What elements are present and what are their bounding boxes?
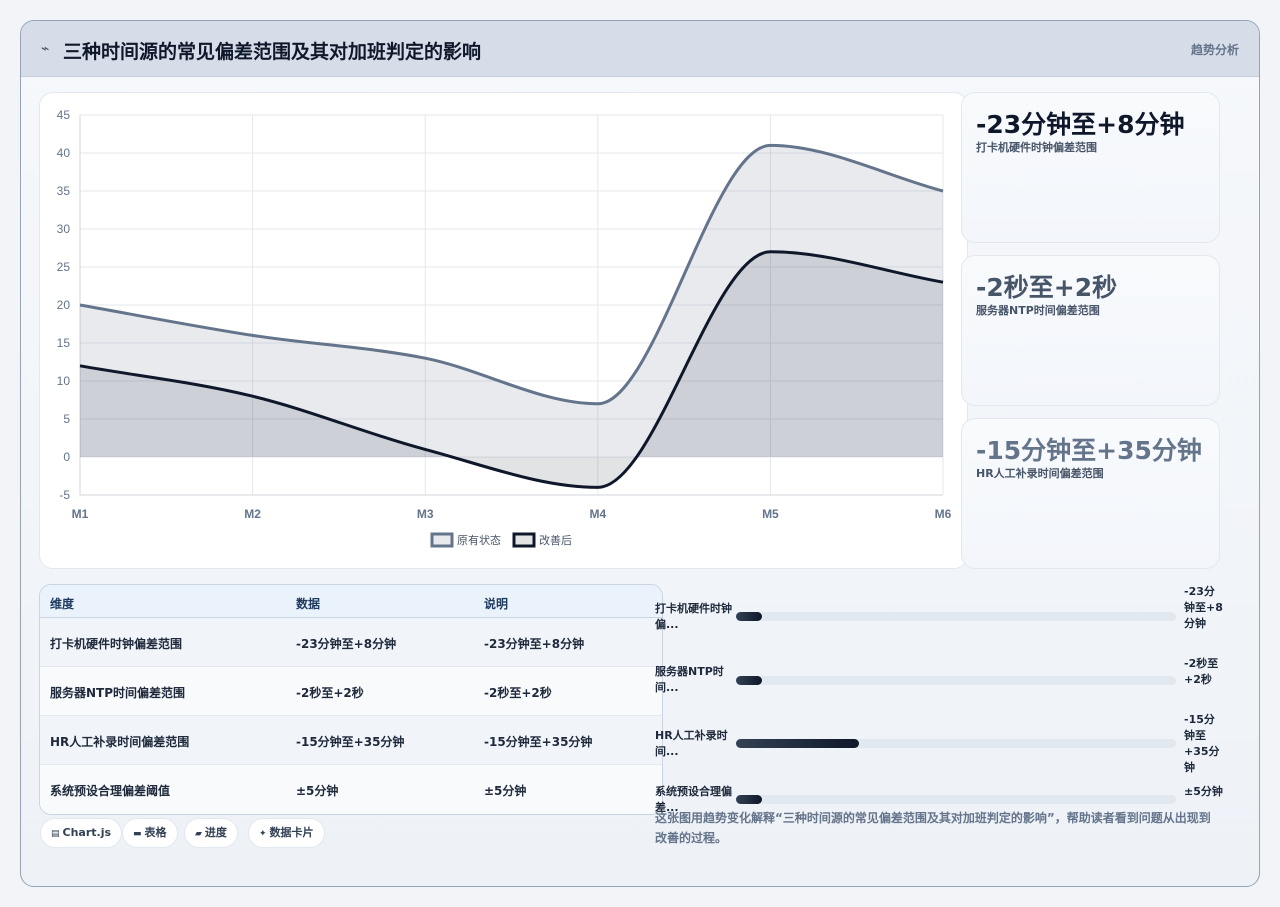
x-tick-label: M4 bbox=[589, 507, 606, 521]
table-cell: ±5分钟 bbox=[484, 784, 527, 798]
x-tick-label: M3 bbox=[417, 507, 434, 521]
chart-caption: 这张图用趋势变化解释“三种时间源的常见偏差范围及其对加班判定的影响”，帮助读者看… bbox=[655, 811, 1211, 845]
table-cell: -15分钟至+35分钟 bbox=[484, 735, 593, 749]
y-tick-label: 0 bbox=[63, 450, 70, 464]
table-header: 维度 数据 说明 bbox=[40, 585, 662, 618]
y-tick-label: 15 bbox=[57, 336, 71, 350]
column-header: 说明 bbox=[484, 597, 509, 611]
progress-value: -23分钟至+8分钟 bbox=[1184, 585, 1223, 630]
progress-icon: ▰ bbox=[195, 829, 202, 839]
progress-label: HR人工补录时间... bbox=[655, 729, 728, 758]
chip-label: 进度 bbox=[204, 826, 227, 839]
chip-label: 表格 bbox=[144, 826, 167, 839]
data-table: 维度 数据 说明 打卡机硬件时钟偏差范围 -23分钟至+8分钟 -23分钟至+8… bbox=[39, 584, 663, 815]
table-cell: -2秒至+2秒 bbox=[296, 686, 364, 700]
y-tick-label: -5 bbox=[59, 488, 70, 502]
table-row: HR人工补录时间偏差范围 -15分钟至+35分钟 -15分钟至+35分钟 bbox=[40, 716, 662, 765]
progress-value: ±5分钟 bbox=[1184, 785, 1223, 798]
progress-fill bbox=[736, 795, 763, 804]
chip-label: 数据卡片 bbox=[269, 826, 314, 839]
x-tick-label: M6 bbox=[935, 507, 952, 521]
progress-row: 打卡机硬件时钟偏... -23分钟至+8分钟 bbox=[655, 585, 1223, 648]
legend-swatch bbox=[512, 532, 536, 548]
chart-icon: ▤ bbox=[51, 829, 60, 839]
x-tick-label: M2 bbox=[244, 507, 261, 521]
table-cell: 服务器NTP时间偏差范围 bbox=[50, 686, 186, 700]
chip-chartjs[interactable]: ▤ Chart.js bbox=[40, 818, 123, 848]
table-cell: -23分钟至+8分钟 bbox=[484, 637, 585, 651]
stat-label: HR人工补录时间偏差范围 bbox=[976, 467, 1104, 480]
stat-label: 打卡机硬件时钟偏差范围 bbox=[976, 141, 1097, 154]
table-cell: ±5分钟 bbox=[296, 784, 339, 798]
table-cell: -23分钟至+8分钟 bbox=[296, 637, 397, 651]
progress-track bbox=[736, 739, 1176, 748]
y-tick-label: 5 bbox=[63, 412, 70, 426]
progress-fill bbox=[736, 612, 763, 621]
chip-data-cards[interactable]: ✦ 数据卡片 bbox=[248, 818, 325, 848]
header-bar: ⌁ 三种时间源的常见偏差范围及其对加班判定的影响 趋势分析 bbox=[21, 21, 1259, 77]
progress-track bbox=[736, 676, 1176, 685]
progress-track bbox=[736, 612, 1176, 621]
y-tick-label: 35 bbox=[57, 184, 71, 198]
x-tick-label: M5 bbox=[762, 507, 779, 521]
stat-value: -2秒至+2秒 bbox=[976, 273, 1118, 302]
stat-value: -15分钟至+35分钟 bbox=[976, 436, 1202, 465]
table-cell: 打卡机硬件时钟偏差范围 bbox=[50, 637, 183, 651]
page-title: 三种时间源的常见偏差范围及其对加班判定的影响 bbox=[63, 41, 482, 63]
stat-value: -23分钟至+8分钟 bbox=[976, 110, 1185, 139]
progress-fill bbox=[736, 739, 860, 748]
table-row: 系统预设合理偏差阈值 ±5分钟 ±5分钟 bbox=[40, 765, 662, 814]
y-tick-label: 25 bbox=[57, 260, 71, 274]
stat-card-ntp-server: -2秒至+2秒 服务器NTP时间偏差范围 bbox=[961, 255, 1220, 406]
table-cell: -2秒至+2秒 bbox=[484, 686, 552, 700]
progress-row: HR人工补录时间... -15分钟至+35分钟 bbox=[655, 712, 1220, 776]
table-row: 服务器NTP时间偏差范围 -2秒至+2秒 -2秒至+2秒 bbox=[40, 667, 662, 716]
table-icon: ▬ bbox=[133, 829, 142, 839]
progress-label: 服务器NTP时间... bbox=[655, 665, 724, 694]
stat-card-punch-clock: -23分钟至+8分钟 打卡机硬件时钟偏差范围 bbox=[961, 92, 1220, 243]
chip-progress[interactable]: ▰ 进度 bbox=[184, 818, 238, 848]
y-tick-label: 10 bbox=[57, 374, 71, 388]
trend-analysis-link[interactable]: 趋势分析 bbox=[1191, 41, 1239, 58]
legend-swatch bbox=[430, 532, 454, 548]
area-chart: 45 40 35 30 25 20 15 10 5 0 -5M1 M2 M3 M4 M5 M6 原有状态 改善后 bbox=[57, 108, 952, 548]
y-tick-label: 20 bbox=[57, 298, 71, 312]
stat-label: 服务器NTP时间偏差范围 bbox=[976, 304, 1100, 317]
legend-label: 原有状态 bbox=[457, 533, 501, 547]
progress-fill bbox=[736, 676, 763, 685]
progress-value: -15分钟至+35分钟 bbox=[1184, 713, 1220, 774]
table-cell: HR人工补录时间偏差范围 bbox=[50, 735, 190, 749]
column-header: 维度 bbox=[50, 597, 75, 611]
pulse-icon: ⌁ bbox=[41, 41, 50, 57]
table-cell: 系统预设合理偏差阈值 bbox=[50, 784, 171, 798]
progress-row: 服务器NTP时间... -2秒至+2秒 bbox=[655, 656, 1220, 712]
table-cell: -15分钟至+35分钟 bbox=[296, 735, 405, 749]
legend-label: 改善后 bbox=[539, 533, 572, 547]
table-row: 打卡机硬件时钟偏差范围 -23分钟至+8分钟 -23分钟至+8分钟 bbox=[40, 618, 662, 667]
y-tick-label: 40 bbox=[57, 146, 71, 160]
progress-value: -2秒至+2秒 bbox=[1184, 657, 1219, 686]
x-tick-label: M1 bbox=[72, 507, 89, 521]
y-tick-label: 45 bbox=[57, 108, 71, 122]
sparkle-icon: ✦ bbox=[259, 829, 267, 839]
y-tick-label: 30 bbox=[57, 222, 71, 236]
column-header: 数据 bbox=[296, 597, 321, 611]
chart-card: 45 40 35 30 25 20 15 10 5 0 -5 M1 M2 M3 M4 M5 M6 原有状态 改善后 bbox=[39, 92, 968, 569]
progress-track bbox=[736, 795, 1176, 804]
chip-label: Chart.js bbox=[62, 826, 112, 839]
chip-table[interactable]: ▬ 表格 bbox=[122, 818, 178, 848]
stat-card-hr-manual: -15分钟至+35分钟 HR人工补录时间偏差范围 bbox=[961, 418, 1220, 569]
progress-label: 打卡机硬件时钟偏... bbox=[655, 602, 732, 631]
